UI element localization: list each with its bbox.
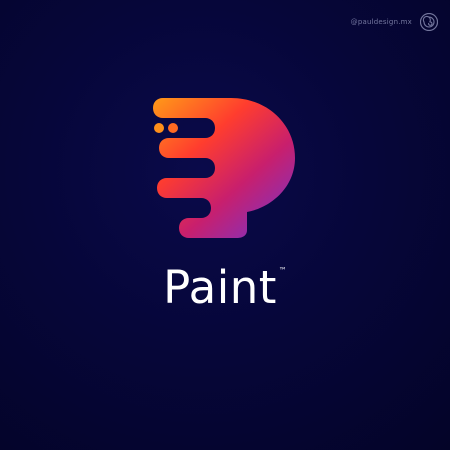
paint-p-logo-icon [153,98,295,238]
watermark-handle: @pauldesign.mx [350,18,412,26]
brand-name: Paint [163,261,277,314]
watermark: @pauldesign.mx [350,12,439,32]
paint-logo [145,98,315,238]
spiral-logo-icon [419,12,439,32]
brand-wordmark: Paint ™ [0,265,450,310]
trademark-symbol: ™ [278,266,287,275]
